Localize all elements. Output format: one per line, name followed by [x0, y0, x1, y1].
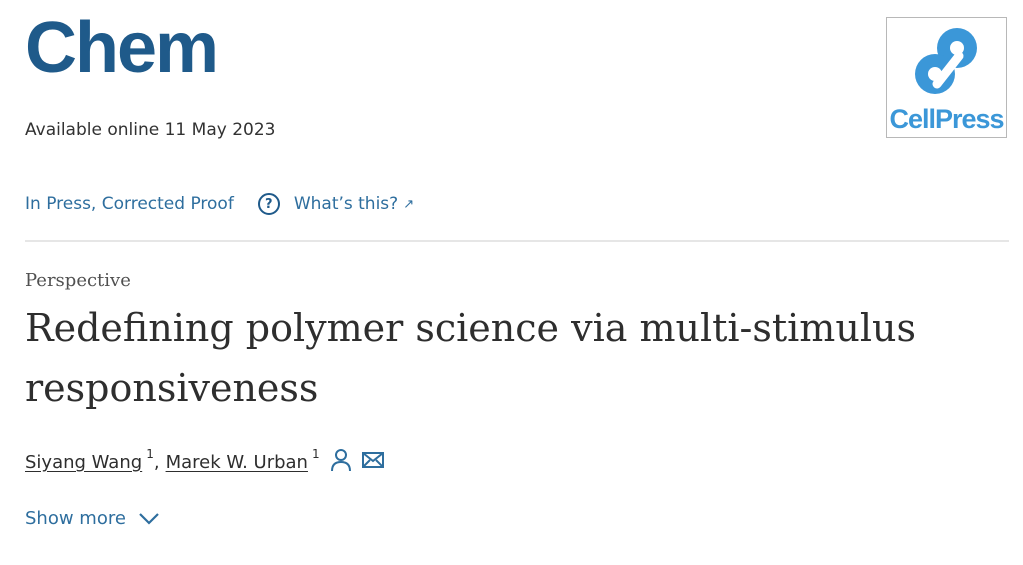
journal-title[interactable]: Chem	[25, 8, 219, 88]
chevron-down-icon	[139, 512, 159, 525]
author-separator: ,	[153, 452, 160, 473]
cellpress-mark-icon	[915, 28, 977, 94]
whats-this-link[interactable]: What’s this?	[294, 194, 398, 214]
cellpress-logo-text: CellPress	[889, 104, 1004, 134]
show-more-button[interactable]: Show more	[25, 508, 160, 529]
author-affiliation[interactable]: 1	[146, 447, 154, 461]
show-more-label: Show more	[25, 508, 126, 529]
help-icon[interactable]: ?	[257, 193, 280, 215]
divider	[25, 240, 1009, 242]
article-type: Perspective	[25, 270, 131, 291]
mail-icon[interactable]	[361, 451, 384, 474]
publication-status-row: In Press, Corrected Proof ? What’s this?…	[25, 191, 414, 217]
cellpress-logo[interactable]: CellPress	[886, 17, 1007, 138]
available-online-date: Available online 11 May 2023	[25, 120, 276, 140]
article-title: Redefining polymer science via multi-sti…	[25, 306, 916, 410]
in-press-status[interactable]: In Press, Corrected Proof	[25, 194, 234, 214]
author-link[interactable]: Marek W. Urban	[166, 452, 308, 473]
author-affiliation[interactable]: 1	[312, 447, 320, 461]
person-icon[interactable]	[330, 448, 352, 477]
author-list: Siyang Wang 1 , Marek W. Urban 1	[25, 447, 384, 477]
author-link[interactable]: Siyang Wang	[25, 452, 142, 473]
external-link-icon: ↗	[403, 196, 415, 212]
